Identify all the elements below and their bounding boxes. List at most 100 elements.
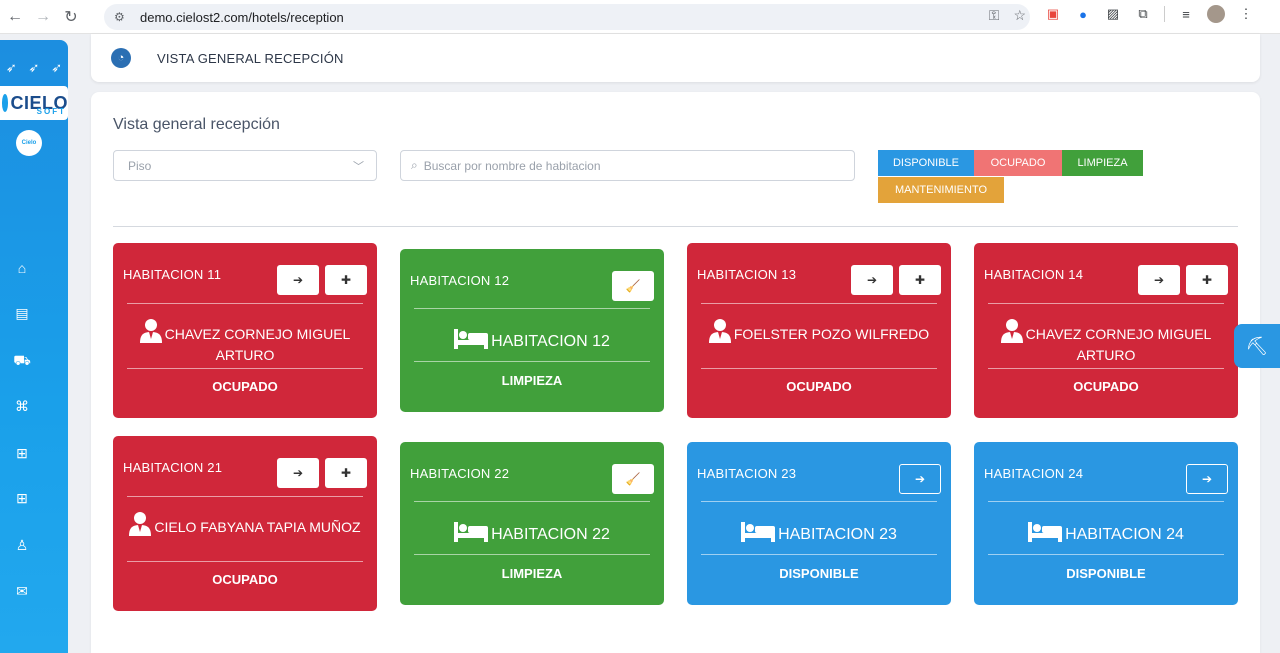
guest-person-icon (708, 319, 731, 343)
room-card-21[interactable]: HABITACION 21 ➔ ✚ CIELO FABYANA TAPIA MU… (113, 436, 377, 611)
add-service-button[interactable]: ✚ (325, 458, 367, 488)
room-name: HABITACION 22 (410, 466, 510, 481)
card-divider (414, 308, 650, 309)
cart-icon[interactable]: ⛟ (13, 352, 31, 369)
password-key-icon[interactable]: ⚿ (989, 7, 1000, 24)
card-divider (127, 496, 363, 497)
room-status: OCUPADO (1073, 379, 1139, 394)
guest-name-text: CHAVEZ CORNEJO MIGUEL ARTURO (1025, 326, 1212, 363)
room-name: HABITACION 13 (697, 267, 797, 282)
guest-name-text: CHAVEZ CORNEJO MIGUEL ARTURO (164, 326, 351, 363)
room-card-24[interactable]: HABITACION 24 ➔ HABITACION 24 DISPONIBLE (974, 442, 1238, 605)
address-bar[interactable]: ⚙ demo.cielost2.com/hotels/reception (104, 4, 1030, 30)
site-settings-icon[interactable]: ⚙ (114, 10, 132, 24)
legend-maintenance[interactable]: MANTENIMIENTO (878, 177, 1004, 203)
page-header-title: VISTA GENERAL RECEPCIÓN (157, 50, 344, 66)
dashboard-gauge-icon: ◔ (111, 48, 131, 68)
legend-occupied[interactable]: OCUPADO (974, 150, 1062, 176)
chevron-down-icon: ﹀ (353, 161, 364, 173)
check-out-button[interactable]: ➔ (1138, 265, 1180, 295)
image-icon[interactable]: ▨ (1104, 5, 1122, 23)
check-in-button[interactable]: ➔ (1186, 464, 1228, 494)
room-card-13[interactable]: HABITACION 13 ➔ ✚ FOELSTER POZO WILFREDO… (687, 243, 951, 418)
room-card-14[interactable]: HABITACION 14 ➔ ✚ CHAVEZ CORNEJO MIGUEL … (974, 243, 1238, 418)
paint-roller-button[interactable]: ⛏ (1234, 324, 1280, 368)
cleaning-broom-button[interactable]: 🧹 (612, 464, 654, 494)
room-name: HABITACION 24 (984, 466, 1084, 481)
bed-icon (454, 329, 489, 349)
room-name: HABITACION 21 (123, 460, 223, 475)
bed-icon (741, 522, 776, 542)
add-service-button[interactable]: ✚ (325, 265, 367, 295)
page-header: ◔ VISTA GENERAL RECEPCIÓN (91, 34, 1260, 82)
room-card-23[interactable]: HABITACION 23 ➔ HABITACION 23 DISPONIBLE (687, 442, 951, 605)
guest-person-icon (1000, 319, 1023, 343)
bookmark-star-icon[interactable]: ☆ (1013, 7, 1026, 24)
legend-available[interactable]: DISPONIBLE (878, 150, 974, 176)
check-out-button[interactable]: ➔ (277, 265, 319, 295)
check-in-button[interactable]: ➔ (899, 464, 941, 494)
reading-list-icon[interactable]: ≡ (1177, 5, 1195, 23)
store-icon[interactable]: ⌘ (14, 398, 30, 414)
brand-logo[interactable]: CIELO SOFT (0, 86, 68, 120)
card-divider (988, 368, 1224, 369)
room-label: HABITACION 12 (412, 329, 652, 351)
check-out-button[interactable]: ➔ (851, 265, 893, 295)
browser-toolbar: ← → ↻ ⚙ demo.cielost2.com/hotels/recepti… (0, 0, 1280, 34)
card-divider (701, 554, 937, 555)
guest-name-text: FOELSTER POZO WILFREDO (733, 326, 930, 342)
floor-select[interactable]: Piso ﹀ (113, 150, 377, 181)
legend-label: OCUPADO (990, 157, 1046, 169)
document-icon[interactable]: ▤ (14, 305, 30, 321)
back-icon[interactable]: ← (2, 4, 28, 30)
menu-dots-icon[interactable]: ⋮ (1237, 5, 1255, 23)
room-name: HABITACION 14 (984, 267, 1084, 282)
rocket-icon: ➶ (5, 60, 17, 75)
room-card-22[interactable]: HABITACION 22 🧹 HABITACION 22 LIMPIEZA (400, 442, 664, 605)
mailbox-icon[interactable]: ✉ (14, 583, 30, 599)
avatar-label: Cielo (21, 140, 37, 146)
room-status: OCUPADO (212, 379, 278, 394)
extension-icon[interactable]: ● (1074, 5, 1092, 23)
rocket-icon: ➶ (51, 60, 63, 75)
add-service-button[interactable]: ✚ (1186, 265, 1228, 295)
room-card-11[interactable]: HABITACION 11 ➔ ✚ CHAVEZ CORNEJO MIGUEL … (113, 243, 377, 418)
cleaning-broom-button[interactable]: 🧹 (612, 271, 654, 301)
room-card-12[interactable]: HABITACION 12 🧹 HABITACION 12 LIMPIEZA (400, 249, 664, 412)
boxes-alt-icon[interactable]: ⊞ (14, 490, 30, 506)
guest-name: CHAVEZ CORNEJO MIGUEL ARTURO (986, 319, 1226, 366)
card-divider (701, 368, 937, 369)
search-icon: ⌕ (411, 158, 418, 172)
room-name: HABITACION 23 (697, 466, 797, 481)
user-avatar[interactable]: Cielo (16, 130, 42, 156)
reload-icon[interactable]: ↻ (58, 4, 84, 30)
page-title: Vista general recepción (113, 116, 280, 133)
legend-label: MANTENIMIENTO (894, 184, 988, 196)
room-status: DISPONIBLE (779, 566, 859, 581)
add-service-button[interactable]: ✚ (899, 265, 941, 295)
room-name: HABITACION 11 (123, 267, 222, 282)
room-search-input[interactable]: ⌕ Buscar por nombre de habitacion (400, 150, 855, 181)
legend-cleaning[interactable]: LIMPIEZA (1062, 150, 1143, 176)
home-icon[interactable]: ⌂ (14, 260, 30, 276)
sidebar-rockets: ➶ ➶ ➶ (0, 60, 68, 76)
profile-avatar[interactable] (1207, 5, 1225, 23)
extension-icon[interactable]: ▣ (1044, 5, 1062, 23)
guest-person-icon (139, 319, 162, 343)
room-status: LIMPIEZA (501, 373, 563, 388)
guest-person-icon (129, 512, 152, 536)
legend-label: DISPONIBLE (892, 157, 960, 169)
floor-select-placeholder: Piso (128, 158, 152, 173)
boxes-icon[interactable]: ⊞ (14, 445, 30, 461)
forward-icon[interactable]: → (30, 4, 56, 30)
sidebar: ➶ ➶ ➶ CIELO SOFT Cielo ⌂ ▤ ⛟ ⌘ ⊞ ⊞ ♙ ✉ (0, 40, 68, 653)
brand-sub: SOFT (36, 107, 66, 116)
toolbar-divider (1164, 6, 1165, 22)
extensions-puzzle-icon[interactable]: ⧉ (1134, 5, 1152, 23)
card-divider (988, 501, 1224, 502)
card-divider (701, 501, 937, 502)
legend-label: LIMPIEZA (1077, 157, 1128, 169)
logo-ring-icon (2, 94, 9, 112)
user-icon[interactable]: ♙ (14, 537, 30, 553)
check-out-button[interactable]: ➔ (277, 458, 319, 488)
